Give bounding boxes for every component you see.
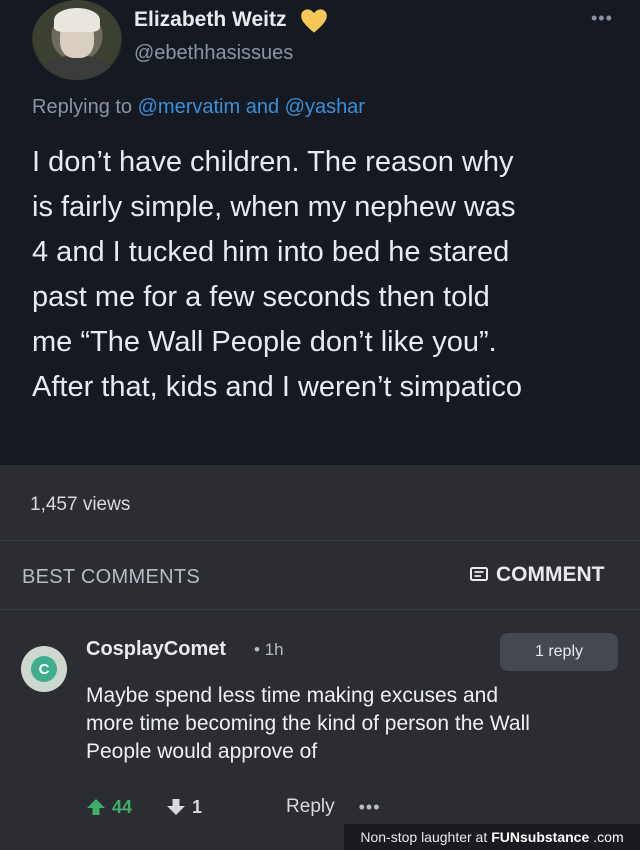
best-comments-title[interactable]: BEST COMMENTS xyxy=(22,566,200,589)
tweet-card: Elizabeth Weitz @ebethhasissues ••• Repl… xyxy=(0,0,640,465)
upvote-button[interactable]: 44 xyxy=(86,797,132,818)
comment-text: Maybe spend less time making excuses and… xyxy=(86,682,626,766)
replying-to: Replying to @mervatim and @yashar xyxy=(32,96,365,119)
commenter-username[interactable]: CosplayComet xyxy=(86,638,226,661)
tweet-text-line: 4 and I tucked him into bed he stared xyxy=(32,236,510,268)
comment-actions: 44 1 Reply ••• xyxy=(86,794,381,820)
downvote-arrow-icon xyxy=(167,799,186,815)
reply-button[interactable]: Reply xyxy=(286,796,335,818)
watermark-prefix: Non-stop laughter at xyxy=(360,829,488,845)
comment-time: • 1h xyxy=(254,640,284,659)
comment-text-line: People would approve of xyxy=(86,740,318,763)
reply-count-button[interactable]: 1 reply xyxy=(500,633,618,671)
comment-button-label: COMMENT xyxy=(496,563,605,586)
more-dots-icon[interactable]: ••• xyxy=(591,8,613,29)
author-avatar[interactable] xyxy=(32,0,122,80)
upvote-count: 44 xyxy=(112,796,133,817)
author-name[interactable]: Elizabeth Weitz xyxy=(134,8,286,32)
commenter-avatar-letter: C xyxy=(31,656,57,682)
watermark-brand: FUNsubstance xyxy=(491,829,590,845)
tweet-text-line: I don’t have children. The reason why xyxy=(32,146,514,178)
tweet-text-line: me “The Wall People don’t like you”. xyxy=(32,326,497,358)
watermark-tld: .com xyxy=(593,829,624,845)
commenter-avatar[interactable]: C xyxy=(21,646,67,692)
downvote-button[interactable]: 1 xyxy=(166,797,202,818)
comment-text-line: Maybe spend less time making excuses and xyxy=(86,684,499,707)
downvote-count: 1 xyxy=(192,796,203,817)
tweet-text-line: past me for a few seconds then told xyxy=(32,281,490,313)
comment-text-line: more time becoming the kind of person th… xyxy=(86,712,530,735)
upvote-arrow-icon xyxy=(87,799,105,815)
author-handle[interactable]: @ebethhasissues xyxy=(134,42,293,65)
tweet-text-line: is fairly simple, when my nephew was xyxy=(32,191,516,223)
replying-prefix: Replying to xyxy=(32,96,133,118)
view-count: 1,457 views xyxy=(30,494,131,515)
tweet-text: I don’t have children. The reason why is… xyxy=(32,140,632,410)
yellow-heart-icon xyxy=(301,9,327,33)
watermark: Non-stop laughter at FUNsubstance .com xyxy=(344,824,640,850)
comment-button[interactable]: COMMENT xyxy=(470,563,605,587)
comment-icon xyxy=(470,567,488,581)
tweet-text-line: After that, kids and I weren’t simpatico xyxy=(32,371,522,403)
comments-header: BEST COMMENTS COMMENT xyxy=(0,540,640,610)
more-dots-icon[interactable]: ••• xyxy=(359,797,381,818)
replying-mentions[interactable]: @mervatim and @yashar xyxy=(138,96,365,118)
